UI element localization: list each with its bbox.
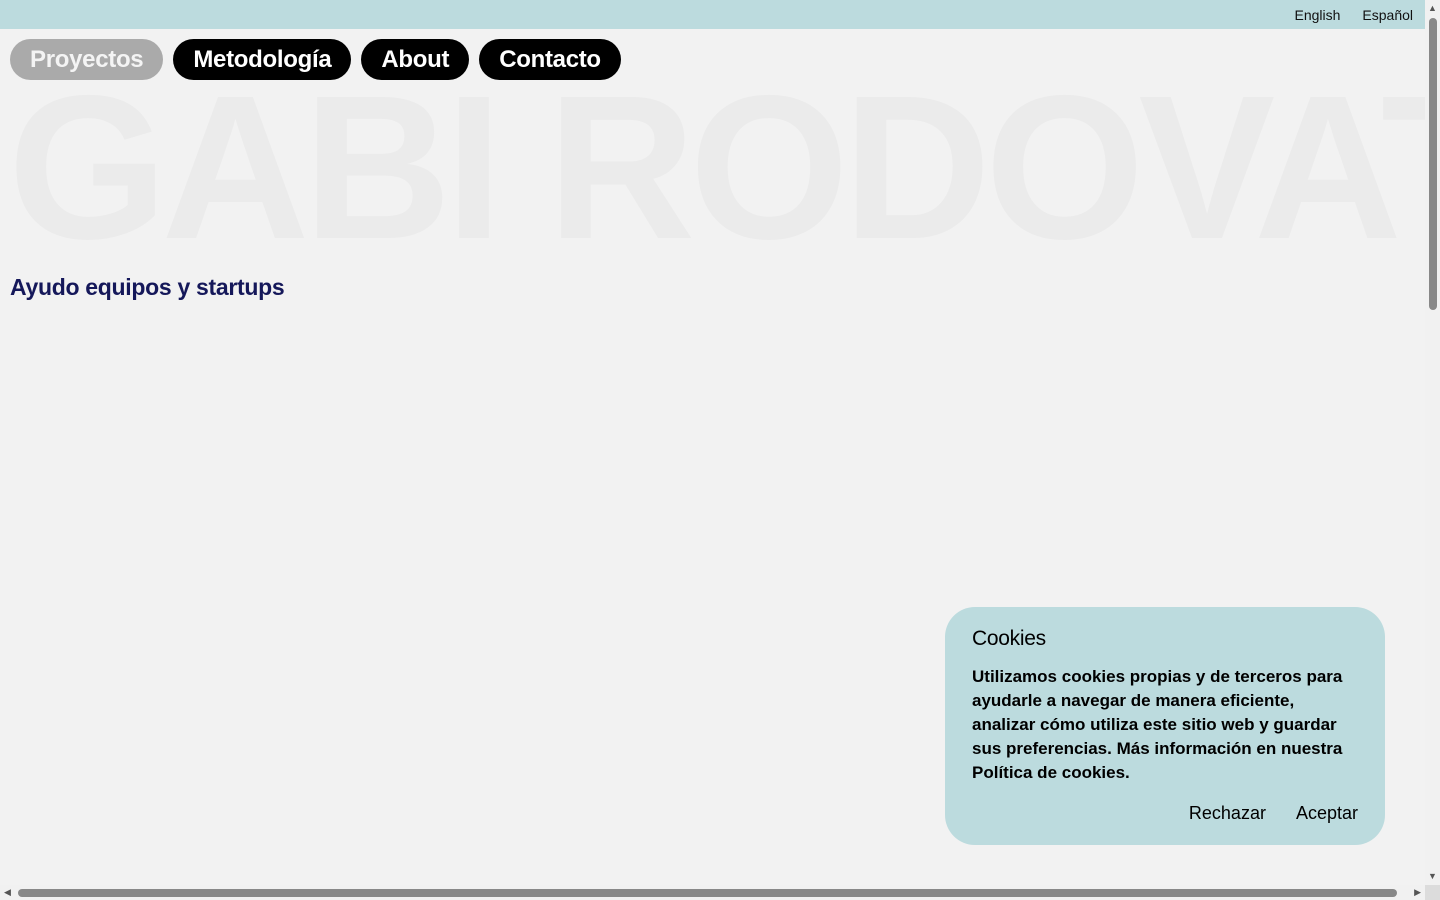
- page-tagline: Ayudo equipos y startups: [10, 274, 285, 300]
- horizontal-scrollbar[interactable]: ◀ ▶: [0, 885, 1425, 900]
- cookie-banner-actions: Rechazar Aceptar: [972, 803, 1358, 824]
- vertical-scrollbar[interactable]: ▲ ▼: [1425, 0, 1440, 885]
- cookie-accept-button[interactable]: Aceptar: [1296, 803, 1358, 824]
- vertical-scrollbar-thumb[interactable]: [1429, 18, 1437, 310]
- cookie-banner: Cookies Utilizamos cookies propias y de …: [945, 607, 1385, 845]
- cookie-banner-text: Utilizamos cookies propias y de terceros…: [972, 667, 1343, 782]
- horizontal-scrollbar-thumb[interactable]: [18, 889, 1397, 897]
- background-title-text: GABI RODOVAT: [8, 68, 1425, 268]
- triangle-right-icon[interactable]: ▶: [1414, 888, 1421, 897]
- cookie-banner-title: Cookies: [972, 627, 1046, 650]
- language-english-link[interactable]: English: [1294, 7, 1340, 23]
- language-bar: English Español: [0, 0, 1425, 29]
- scrollbar-corner: [1425, 885, 1440, 900]
- background-title: GABI RODOVAT: [8, 68, 1425, 268]
- triangle-down-icon[interactable]: ▼: [1428, 872, 1437, 881]
- triangle-up-icon[interactable]: ▲: [1428, 4, 1437, 13]
- triangle-left-icon[interactable]: ◀: [4, 888, 11, 897]
- language-spanish-link[interactable]: Español: [1362, 7, 1413, 23]
- cookie-reject-button[interactable]: Rechazar: [1189, 803, 1266, 824]
